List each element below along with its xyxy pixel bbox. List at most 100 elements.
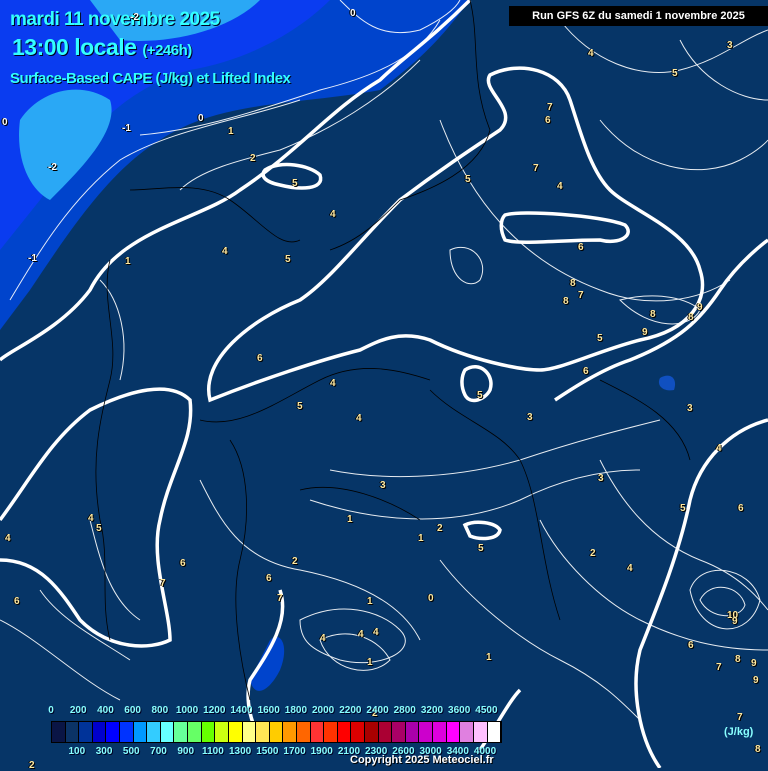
contour-label: 5	[285, 254, 291, 265]
legend-tick-bottom: 900	[177, 746, 195, 757]
contour-label: 4	[358, 629, 364, 640]
legend-swatch	[324, 722, 338, 742]
legend-swatch	[256, 722, 270, 742]
contour-label: 7	[277, 593, 283, 604]
lead-time: (+246h)	[142, 42, 192, 59]
contour-label: 3	[380, 480, 386, 491]
contour-label: 5	[465, 174, 471, 185]
legend-swatch	[174, 722, 189, 742]
legend-swatch	[487, 722, 502, 742]
contour-label: 5	[597, 333, 603, 344]
legend-swatch	[310, 722, 325, 742]
contour-label: 5	[477, 390, 483, 401]
contour-label: 4	[588, 48, 594, 59]
contour-label: 4	[320, 633, 326, 644]
legend-tick-bottom: 500	[122, 746, 140, 757]
contour-label: 6	[14, 596, 20, 607]
contour-label: 5	[297, 401, 303, 412]
run-info: Run GFS 6Z du samedi 1 novembre 2025	[509, 6, 768, 26]
contour-label: 5	[672, 68, 678, 79]
legend-swatch	[405, 722, 420, 742]
legend-swatch	[283, 722, 297, 742]
legend-swatch	[228, 722, 243, 742]
contour-label: 0	[2, 117, 8, 128]
contour-label: 1	[125, 256, 131, 267]
contour-label: 4	[5, 533, 11, 544]
local-time: 13:00 locale	[12, 34, 137, 60]
legend-swatch	[79, 722, 93, 742]
legend-tick-top: 0	[48, 705, 54, 716]
contour-label: -1	[28, 253, 37, 264]
contour-label: 6	[738, 503, 744, 514]
legend-tick-top: 4500	[475, 705, 498, 716]
legend-swatch	[160, 722, 175, 742]
contour-label: 5	[292, 178, 298, 189]
legend-swatch	[106, 722, 121, 742]
legend-swatch	[460, 722, 474, 742]
contour-label: 3	[687, 403, 693, 414]
legend-swatch	[446, 722, 461, 742]
contour-label: 9	[697, 302, 703, 313]
contour-label: 1	[347, 514, 353, 525]
legend-tick-top: 400	[97, 705, 114, 716]
contour-label: 9	[642, 327, 648, 338]
contour-label: 4	[627, 563, 633, 574]
parameter-title: Surface-Based CAPE (J/kg) et Lifted Inde…	[10, 70, 291, 87]
legend-tick-bottom: 1500	[256, 746, 279, 757]
legend-swatch	[147, 722, 161, 742]
contour-label: 4	[557, 181, 563, 192]
contour-label: -2	[130, 12, 139, 23]
legend-tick-top: 1800	[284, 705, 308, 716]
legend-tick-top: 200	[69, 705, 87, 716]
legend-tick-top: 2400	[366, 705, 389, 716]
legend-tick-top: 2200	[339, 705, 362, 716]
contour-label: 8	[688, 312, 694, 323]
legend-tick-top: 1400	[230, 705, 253, 716]
contour-label: 8	[755, 744, 761, 755]
contour-label: 1	[367, 657, 373, 668]
contour-label: 8	[735, 654, 741, 665]
legend-swatch	[92, 722, 107, 742]
legend-swatch	[296, 722, 311, 742]
contour-label: 3	[598, 473, 604, 484]
legend-swatch	[337, 722, 352, 742]
legend-swatch	[473, 722, 488, 742]
contour-label: 8	[563, 296, 569, 307]
legend-tick-top: 2000	[311, 705, 335, 716]
contour-label: 2	[437, 523, 443, 534]
legend-tick-bottom: 100	[68, 746, 86, 757]
contour-label: 2	[292, 556, 298, 567]
contour-label: 6	[688, 640, 694, 651]
contour-label: 3	[527, 412, 533, 423]
contour-label: 6	[545, 115, 551, 126]
copyright: Copyright 2025 Meteociel.fr	[350, 754, 494, 766]
contour-label: 8	[570, 278, 576, 289]
contour-label: 9	[753, 675, 759, 686]
legend-tick-top: 800	[151, 705, 169, 716]
cape-map	[0, 0, 768, 768]
contour-label: 5	[478, 543, 484, 554]
legend-swatch	[215, 722, 229, 742]
contour-label: 4	[88, 513, 94, 524]
contour-label: 4	[330, 209, 336, 220]
forecast-date: mardi 11 novembre 2025	[10, 9, 220, 30]
contour-label: 0	[428, 593, 434, 604]
contour-label: 7	[716, 662, 722, 673]
contour-label: 8	[650, 309, 656, 320]
contour-label: 9	[751, 658, 757, 669]
legend-swatch	[188, 722, 202, 742]
legend-swatch	[133, 722, 148, 742]
contour-label: 6	[257, 353, 263, 364]
contour-label: -1	[122, 123, 131, 134]
contour-label: 7	[547, 102, 553, 113]
contour-label: 4	[222, 246, 228, 257]
legend-swatch	[242, 722, 257, 742]
contour-label: 6	[180, 558, 186, 569]
legend-swatch	[351, 722, 366, 742]
legend-tick-top: 3600	[448, 705, 471, 716]
legend-swatch	[392, 722, 406, 742]
color-legend	[51, 721, 502, 743]
contour-label: 9	[732, 616, 738, 627]
legend-tick-top: 2800	[393, 705, 416, 716]
legend-tick-bottom: 1900	[310, 746, 333, 757]
